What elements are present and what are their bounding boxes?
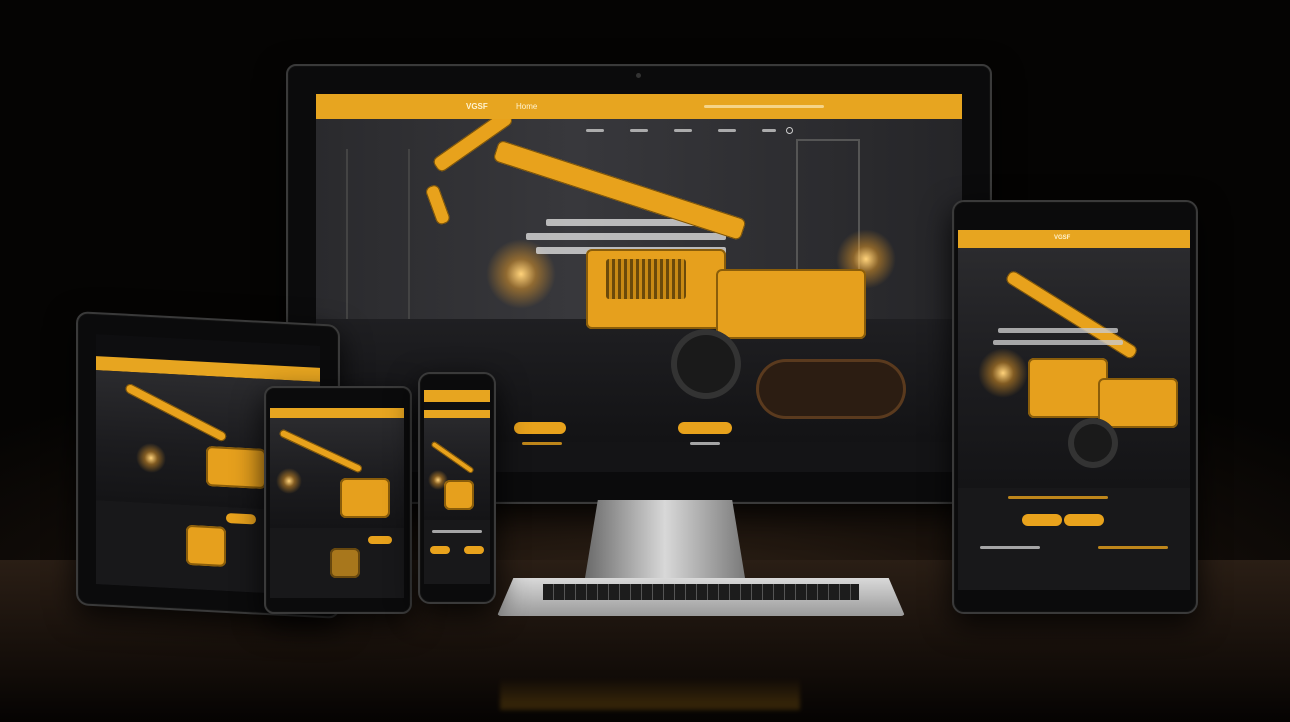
nav-item-3[interactable] bbox=[674, 129, 692, 132]
phone-cta-left[interactable] bbox=[430, 546, 450, 554]
logo[interactable]: VGSF bbox=[466, 102, 488, 111]
tablet-footer-line-1 bbox=[980, 546, 1040, 549]
cab-grille bbox=[606, 259, 686, 299]
tablet-excavator-boom bbox=[1004, 269, 1139, 361]
nav-home-link[interactable]: Home bbox=[516, 102, 537, 111]
phone bbox=[418, 372, 496, 604]
phone-topbar bbox=[424, 390, 490, 402]
cta-right-button[interactable] bbox=[678, 422, 732, 434]
phone-hero-bar bbox=[424, 410, 490, 418]
desktop-cta-area bbox=[316, 422, 962, 472]
tablet-logo[interactable]: VGSF bbox=[1054, 235, 1070, 241]
keyboard bbox=[497, 578, 905, 616]
phone-footer bbox=[424, 520, 490, 584]
tablet-excavator-cab bbox=[1028, 358, 1108, 418]
search-icon[interactable] bbox=[786, 127, 793, 134]
tablet-left-cta[interactable] bbox=[226, 512, 256, 525]
tablet-small-footer bbox=[270, 528, 404, 598]
desktop-screen: VGSF Home bbox=[316, 94, 962, 472]
tablet-topbar: VGSF bbox=[958, 230, 1190, 248]
floor-reflection bbox=[500, 630, 800, 710]
tablet-left-cab bbox=[206, 445, 266, 490]
tablet-small-topbar bbox=[270, 408, 404, 418]
tablet-headline-1 bbox=[998, 328, 1118, 333]
tablet-small bbox=[264, 386, 412, 614]
tablet-small-glow bbox=[276, 468, 302, 494]
tablet-right-screen: VGSF bbox=[958, 230, 1190, 590]
tablet-tagline bbox=[1008, 496, 1108, 499]
tablet-cta-left[interactable] bbox=[1022, 514, 1062, 526]
phone-glow bbox=[428, 470, 448, 490]
camera-dot-icon bbox=[636, 73, 641, 78]
tablet-footer bbox=[958, 488, 1190, 590]
tablet-small-boom bbox=[278, 428, 364, 474]
tablet-right: VGSF bbox=[952, 200, 1198, 614]
tablet-cta-right[interactable] bbox=[1064, 514, 1104, 526]
nav-item-2[interactable] bbox=[630, 129, 648, 132]
headline-line-2 bbox=[526, 233, 726, 240]
monitor-stand-neck bbox=[585, 500, 745, 578]
cta-underline bbox=[522, 442, 562, 445]
excavator-wheel bbox=[671, 329, 741, 399]
tablet-small-screen bbox=[270, 408, 404, 598]
hero-scene bbox=[316, 119, 962, 449]
tablet-footer-line-2 bbox=[1098, 546, 1168, 549]
phone-hero bbox=[424, 410, 490, 520]
tablet-small-hero bbox=[270, 418, 404, 528]
nav-item-5[interactable] bbox=[762, 129, 776, 132]
tablet-glow bbox=[978, 348, 1028, 398]
phone-cab bbox=[444, 480, 474, 510]
desktop-topbar: VGSF Home bbox=[316, 94, 962, 119]
phone-footer-line bbox=[432, 530, 482, 533]
nav-item-4[interactable] bbox=[718, 129, 736, 132]
tablet-small-cta[interactable] bbox=[368, 536, 392, 544]
cta-left-button[interactable] bbox=[514, 422, 566, 434]
phone-cta-right[interactable] bbox=[464, 546, 484, 554]
excavator-track bbox=[756, 359, 906, 419]
product-mockup-scene: VGSF Home VGSF bbox=[0, 0, 1290, 722]
tablet-wheel bbox=[1068, 418, 1118, 468]
tablet-left-glow bbox=[136, 442, 166, 474]
nav-item-1[interactable] bbox=[586, 129, 604, 132]
phone-screen bbox=[424, 390, 490, 584]
cta-caption bbox=[690, 442, 720, 445]
scaffold-left bbox=[346, 149, 410, 321]
excavator-engine bbox=[716, 269, 866, 339]
keyboard-keys bbox=[543, 584, 859, 600]
tablet-small-cab bbox=[340, 478, 390, 518]
tablet-excavator-engine bbox=[1098, 378, 1178, 428]
desktop-nav bbox=[586, 127, 806, 135]
topbar-info-bar bbox=[704, 105, 824, 108]
tablet-hero bbox=[958, 248, 1190, 488]
tablet-headline-2 bbox=[993, 340, 1123, 345]
tablet-left-boom bbox=[123, 382, 228, 443]
tablet-small-card bbox=[330, 548, 360, 578]
tablet-left-card bbox=[186, 524, 226, 567]
